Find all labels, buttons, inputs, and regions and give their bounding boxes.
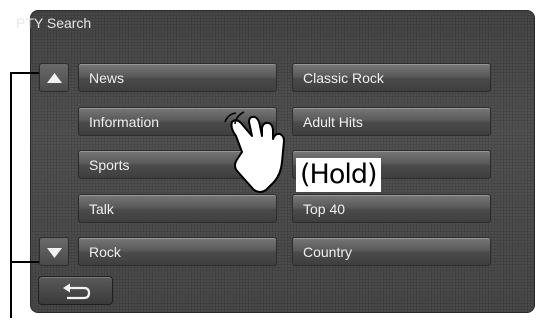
pty-classic-rock-button[interactable]: Classic Rock xyxy=(292,63,491,92)
down-triangle-icon xyxy=(47,248,62,258)
up-triangle-icon xyxy=(47,73,62,83)
return-arrow-icon xyxy=(63,283,91,300)
back-button[interactable] xyxy=(38,276,113,305)
pty-adult-hits-button[interactable]: Adult Hits xyxy=(292,107,491,136)
pty-news-button[interactable]: News xyxy=(78,63,277,92)
pty-rock-button[interactable]: Rock xyxy=(78,237,277,266)
page-title: PTY Search xyxy=(16,15,92,31)
pty-country-button[interactable]: Country xyxy=(292,237,491,266)
hold-annotation: (Hold) xyxy=(296,158,381,192)
scroll-up-button[interactable] xyxy=(39,63,69,92)
pointing-hand-icon xyxy=(224,111,285,193)
pty-talk-button[interactable]: Talk xyxy=(78,194,277,223)
scroll-down-button[interactable] xyxy=(39,237,69,266)
pty-top-40-button[interactable]: Top 40 xyxy=(292,194,491,223)
